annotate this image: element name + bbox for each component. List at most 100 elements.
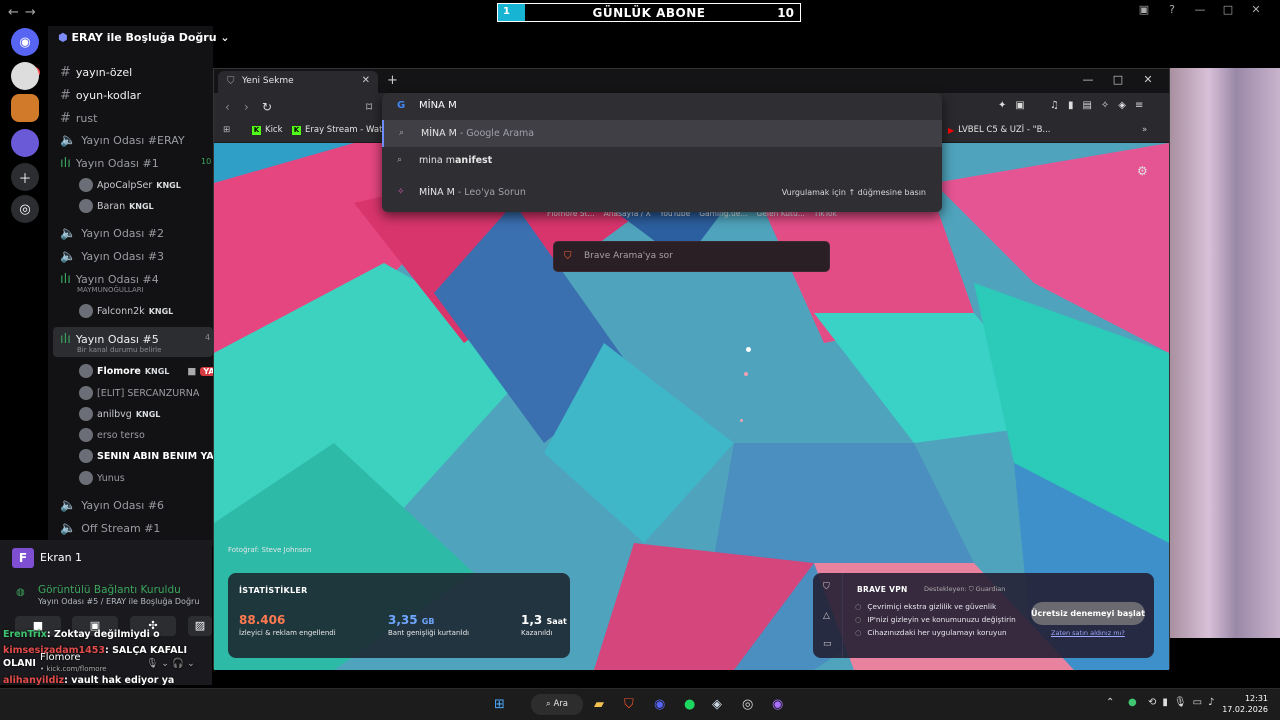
vpn-brand: BRAVE VPN <box>857 585 908 594</box>
mic-headset-icons[interactable]: 🎙 ⌄ 🎧 ⌄ <box>146 658 195 669</box>
channel-list: ⬢ ERAY ile Boşluğa Doğru ⌄ # yayın-özel #… <box>48 26 242 546</box>
channel-oyun-kodlar[interactable]: # oyun-kodlar <box>60 88 141 103</box>
channel-yayin-odasi-5[interactable]: ılı Yayın Odası #5 <box>60 332 159 347</box>
connection-location: Yayın Odası #5 / ERAY ile Boşluğa Doğru <box>38 597 200 606</box>
discord-home-icon[interactable]: ◉ <box>11 28 39 56</box>
suggestion-manifest[interactable]: ⌕ mina manifest <box>382 147 942 174</box>
chat-line: alihanyildiz: vault hak ediyor ya <box>3 675 175 686</box>
close-tab-icon[interactable]: ✕ <box>362 75 370 86</box>
user-panel-name[interactable]: Flomore <box>40 652 81 663</box>
add-server-icon[interactable]: ＋ <box>11 163 39 191</box>
minimize-icon[interactable]: — <box>1073 73 1103 86</box>
nav-arrows[interactable]: ←→ <box>8 5 42 20</box>
voice-user[interactable]: Baran KNGL <box>79 199 154 213</box>
channel-yayin-odasi-4[interactable]: ılı Yayın Odası #4 <box>60 272 159 287</box>
server-folder-icon[interactable] <box>11 129 39 157</box>
toolbar-icons[interactable]: ✦▣ <box>998 100 1034 111</box>
blocked-count: 88.406 <box>239 613 286 627</box>
channel-yayin-odasi-6[interactable]: 🔈 Yayın Odası #6 <box>60 498 164 513</box>
server-avatar-2[interactable] <box>11 94 39 122</box>
window-controls: ▣? — □ ✕ <box>1130 3 1270 16</box>
voice-user[interactable]: Flomore KNGL ■ YAY <box>79 364 223 378</box>
background-video <box>1170 68 1280 638</box>
voice-user[interactable]: ApoCalpSer KNGL <box>79 178 181 192</box>
voice-active-icon: ılı <box>60 332 71 347</box>
check-icon: ○ <box>855 602 862 611</box>
avatar <box>79 428 93 442</box>
taskbar-search[interactable]: ⌕ Ara <box>531 694 583 715</box>
discord-icon[interactable]: ◉ <box>654 697 665 712</box>
tray-chevron-icon[interactable]: ⌃ <box>1106 697 1114 708</box>
search-icon: ⌕ <box>397 155 403 165</box>
close-icon[interactable]: ✕ <box>1242 3 1270 16</box>
obs-icon[interactable]: ◉ <box>772 697 783 712</box>
maximize-icon[interactable]: □ <box>1214 3 1242 16</box>
tray-app-icon[interactable]: ● <box>1128 697 1137 708</box>
minimize-icon[interactable]: — <box>1186 3 1214 16</box>
channel-yayin-odasi-3[interactable]: 🔈 Yayın Odası #3 <box>60 249 164 264</box>
gear-icon[interactable]: ⚙ <box>1137 164 1148 178</box>
voice-user[interactable]: Yunus <box>79 471 125 485</box>
alert-icon[interactable]: △ <box>823 611 830 621</box>
bookmark-kick[interactable]: K Kick <box>252 125 283 135</box>
bookmark-icon[interactable]: ⌑ <box>366 100 372 114</box>
card-icon[interactable]: ▭ <box>823 639 832 649</box>
app-icon[interactable]: ◎ <box>742 697 753 712</box>
vpn-partner: Destekleyen: ⛉ Guardian <box>924 585 1006 593</box>
voice-user[interactable]: Falconn2k KNGL <box>79 304 173 318</box>
chat-line: OLANI <box>3 658 36 669</box>
windows-start-icon[interactable]: ⊞ <box>494 697 505 712</box>
leo-icon: ✧ <box>397 187 405 197</box>
soundboard-button[interactable]: ▨ <box>188 616 212 636</box>
channel-status[interactable]: Bir kanal durumu belirle <box>77 346 161 354</box>
server-avatar-1[interactable] <box>11 62 39 90</box>
voice-user[interactable]: anilbvg KNGL <box>79 407 160 421</box>
reload-icon[interactable]: ↻ <box>262 100 272 114</box>
taskbar: ⊞ ⌕ Ara ▰ ⛉ ◉ ● ◈ ◎ ◉ ⌃ ● ⟲▮🎙▭♪ 12:31 17… <box>0 688 1280 720</box>
new-tab-icon[interactable]: + <box>387 73 398 88</box>
channel-yayin-odasi-eray[interactable]: 🔈 Yayın Odası #ERAY <box>60 133 185 148</box>
extensions-icons[interactable]: ♫▮▤✧◈≡ <box>1050 100 1152 111</box>
channel-yayin-odasi-2[interactable]: 🔈 Yayın Odası #2 <box>60 226 164 241</box>
apps-icon[interactable]: ⊞ <box>223 125 230 135</box>
connection-status[interactable]: Görüntülü Bağlantı Kuruldu <box>38 584 181 596</box>
server-header[interactable]: ⬢ ERAY ile Boşluğa Doğru ⌄ <box>48 26 248 50</box>
clock[interactable]: 12:31 17.02.2026 <box>1222 693 1268 715</box>
maximize-icon[interactable]: □ <box>1103 73 1133 86</box>
discover-icon[interactable]: ◎ <box>11 195 39 223</box>
photo-credit[interactable]: Fotoğraf: Steve Johnson <box>228 546 311 554</box>
back-icon[interactable]: ‹ <box>225 100 230 114</box>
close-icon[interactable]: ✕ <box>1133 73 1163 86</box>
suggestion-leo[interactable]: ✧ MİNA M - Leo'ya Sorun Vurgulamak için ↑… <box>382 179 942 206</box>
start-trial-button[interactable]: Ücretsiz denemeyi başlat <box>1031 602 1145 625</box>
check-icon: ○ <box>855 615 862 624</box>
channel-yayin-odasi-1[interactable]: ılı Yayın Odası #1 <box>60 156 159 171</box>
file-explorer-icon[interactable]: ▰ <box>594 697 604 712</box>
channel-yayin-ozel[interactable]: # yayın-özel <box>60 65 132 80</box>
forward-icon[interactable]: › <box>244 100 249 114</box>
bookmark-lvbel[interactable]: ▶ LVBEL C5 & UZİ - "B... <box>948 125 1051 135</box>
voice-user[interactable]: [ELIT] SERCANZURNA <box>79 386 199 400</box>
voice-user[interactable]: erso terso <box>79 428 145 442</box>
more-bookmarks-icon[interactable]: » <box>1142 125 1147 135</box>
signal-icon: ◍ <box>16 587 25 598</box>
text-channel-icon: # <box>60 65 71 80</box>
steam-icon[interactable]: ◈ <box>712 697 722 712</box>
spotify-icon[interactable]: ● <box>684 697 695 712</box>
help-icon[interactable]: ? <box>1158 3 1186 16</box>
omnibox-input[interactable]: G MİNA M <box>382 93 942 120</box>
speaker-icon: 🔈 <box>60 498 77 513</box>
channel-off-stream-1[interactable]: 🔈 Off Stream #1 <box>60 521 160 536</box>
check-icon: ○ <box>855 628 862 637</box>
stream-overlay-top: ←→ 1 GÜNLÜK ABONE 10 ▣? — □ ✕ <box>0 0 1280 26</box>
omnibox-dropdown: G MİNA M ⌕ MİNA M - Google Arama ⌕ mina ma… <box>382 93 942 212</box>
tray-icons[interactable]: ⟲▮🎙▭♪ <box>1148 697 1220 708</box>
inbox-icon[interactable]: ▣ <box>1130 3 1158 16</box>
already-purchased-link[interactable]: Zaten satın aldınız mı? <box>1051 629 1125 637</box>
shield-icon[interactable]: ⛉ <box>823 582 830 592</box>
suggestion-google[interactable]: ⌕ MİNA M - Google Arama <box>382 120 942 147</box>
brave-search-box[interactable]: ⛉ Brave Arama'ya sor <box>553 241 830 272</box>
tab-new-tab[interactable]: ⛉ Yeni Sekme ✕ <box>218 71 378 93</box>
brave-icon[interactable]: ⛉ <box>624 697 634 712</box>
channel-rust[interactable]: # rust <box>60 111 97 126</box>
